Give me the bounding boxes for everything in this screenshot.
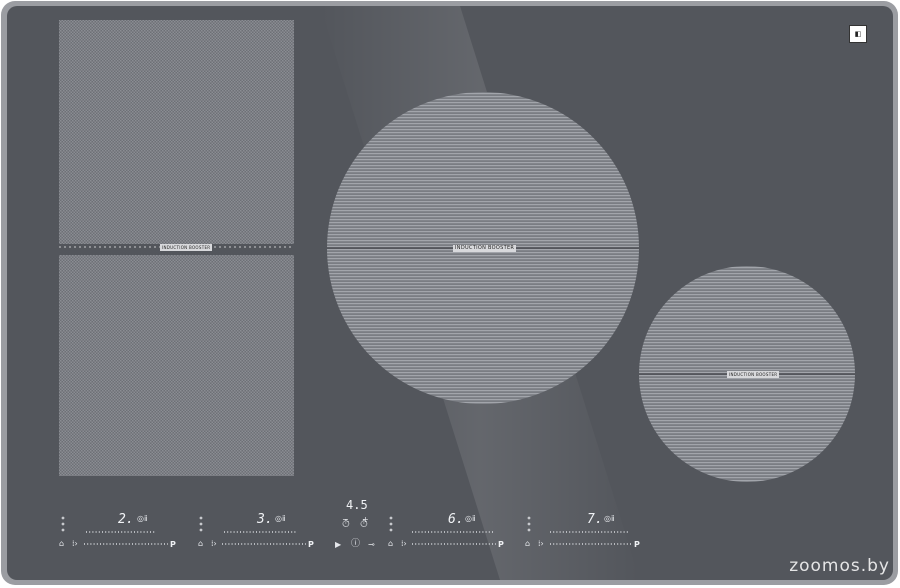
zone2-booster-icon[interactable]: ◎ⅱ xyxy=(275,515,286,523)
zone1-booster-icon[interactable]: ◎ⅱ xyxy=(137,515,148,523)
timer-clock-left-icon[interactable]: ⏱ xyxy=(342,520,350,530)
induction-hob xyxy=(1,1,898,585)
play-pause-icon[interactable]: ▶ xyxy=(335,541,341,549)
zone3-power-boost-button[interactable]: P xyxy=(498,541,504,549)
zone3-power-level: 6. xyxy=(448,512,464,527)
zone2-power-boost-button[interactable]: P xyxy=(308,541,314,549)
zone2-bridge-icon[interactable]: ⁞› xyxy=(211,540,217,548)
zone1-power-level: 2. xyxy=(118,512,134,527)
flex-zone-top xyxy=(59,20,294,244)
zone1-pot-icon[interactable]: ⌂ xyxy=(59,540,64,548)
power-info-icon[interactable]: ⓘ xyxy=(351,540,360,549)
zone2-pot-icon[interactable]: ⌂ xyxy=(198,540,203,548)
small-zone-booster-label: INDUCTION BOOSTER xyxy=(727,371,780,378)
zone4-power-level: 7. xyxy=(587,512,603,527)
zone4-power-boost-button[interactable]: P xyxy=(634,541,640,549)
flex-zone-booster-label: INDUCTION BOOSTER xyxy=(160,244,213,251)
zone1-power-boost-button[interactable]: P xyxy=(170,541,176,549)
timer-clock-right-icon[interactable]: ⏱ xyxy=(360,520,368,530)
zone2-power-level: 3. xyxy=(257,512,273,527)
timer-display: 4.5 xyxy=(346,498,368,512)
zone3-bridge-icon[interactable]: ⁞› xyxy=(401,540,407,548)
zone4-booster-icon[interactable]: ◎ⅱ xyxy=(604,515,615,523)
brand-logo-icon: ◧ xyxy=(849,25,867,43)
zone1-bridge-icon[interactable]: ⁞› xyxy=(72,540,78,548)
lock-icon[interactable]: ⊸ xyxy=(368,541,375,549)
flex-zone-bottom xyxy=(59,255,294,476)
zone3-booster-icon[interactable]: ◎ⅱ xyxy=(465,515,476,523)
zone4-bridge-icon[interactable]: ⁞› xyxy=(538,540,544,548)
large-zone-booster-label: INDUCTION BOOSTER xyxy=(453,245,517,252)
zone3-pot-icon[interactable]: ⌂ xyxy=(388,540,393,548)
site-watermark: zoomos.by xyxy=(789,556,890,576)
zone4-pot-icon[interactable]: ⌂ xyxy=(525,540,530,548)
